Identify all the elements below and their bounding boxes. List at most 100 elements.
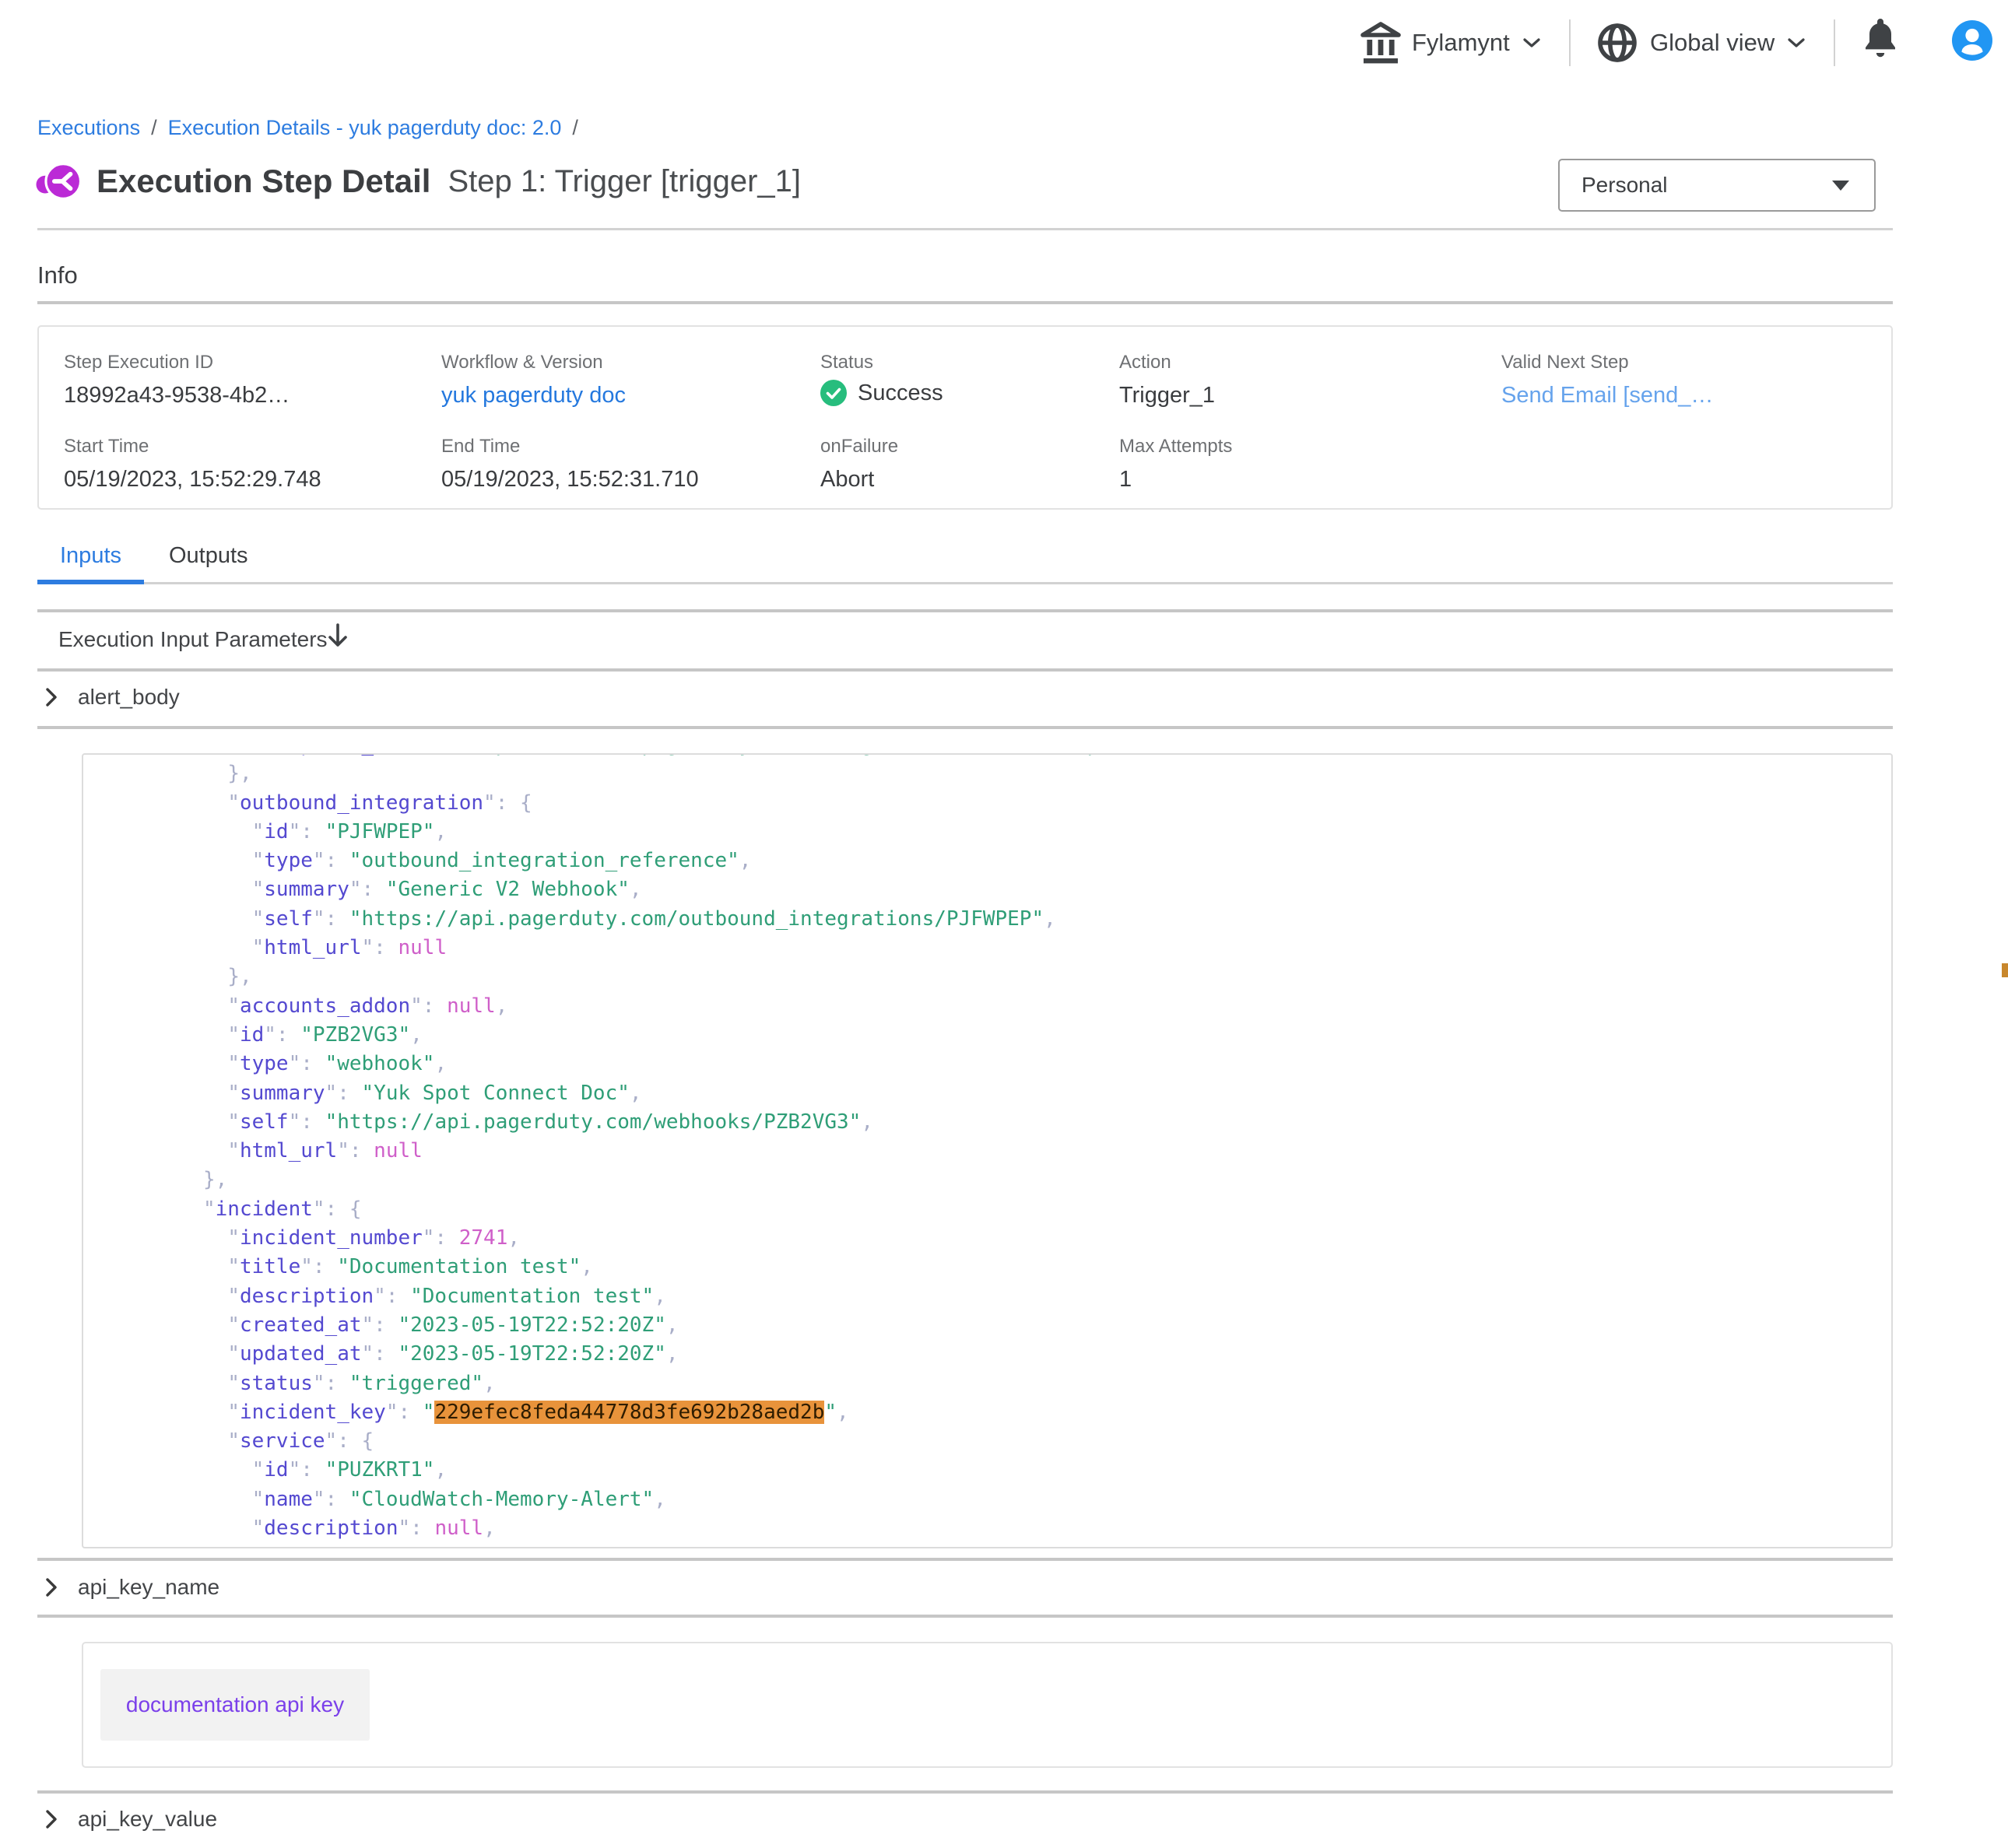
code-line: "html_url": null (203, 934, 1891, 963)
api-key-name-card: documentation api key (82, 1642, 1893, 1768)
code-line: }, (203, 963, 1891, 991)
page-title: Execution Step Detail (97, 163, 430, 200)
code-line: }, (203, 1166, 1891, 1194)
code-line: "updated_at": "2023-05-19T22:52:20Z", (203, 1340, 1891, 1369)
alert-body-json-card: "endpoint_url": "https://events.pagerdut… (82, 753, 1893, 1548)
field-label: onFailure (820, 436, 898, 458)
code-line: "summary": "Generic V2 Webhook", (203, 875, 1891, 904)
code-line: }, (203, 759, 1891, 788)
chevron-down-icon (1787, 37, 1806, 49)
code-line: "status": "triggered", (203, 1369, 1891, 1398)
api-key-value-label: api_key_value (78, 1807, 217, 1832)
section-divider (37, 609, 1893, 612)
code-line: "incident_key": "229efec8feda44778d3fe69… (203, 1398, 1891, 1427)
code-line: "self": "https://api.pagerduty.com/outbo… (203, 905, 1891, 934)
scope-select[interactable]: Personal (1558, 159, 1876, 212)
header-divider (37, 228, 1893, 230)
topbar-separator (1569, 19, 1571, 66)
topbar-separator (1834, 19, 1835, 66)
code-line: "service": { (203, 1427, 1891, 1456)
api-key-name-label: api_key_name (78, 1575, 219, 1600)
code-line: "description": "Documentation test", (203, 1282, 1891, 1311)
code-line: "html_url": null (203, 1137, 1891, 1166)
code-line: "description": null, (203, 1514, 1891, 1543)
tab-inputs[interactable]: Inputs (37, 543, 144, 569)
code-line: "type": "outbound_integration_reference"… (203, 847, 1891, 875)
step-execution-id-value: 18992a43-9538-4b2… (64, 383, 290, 409)
code-line: "name": "CloudWatch-Memory-Alert", (203, 1485, 1891, 1514)
field-label: Action (1119, 352, 1171, 373)
status-badge: Success (820, 380, 943, 406)
chevron-down-icon (1522, 37, 1541, 49)
onfailure-value: Abort (820, 467, 874, 493)
code-line: "id": "PZB2VG3", (203, 1021, 1891, 1050)
field-label: Start Time (64, 436, 149, 458)
execution-input-parameters-heading: Execution Input Parameters (58, 627, 328, 652)
breadcrumb-separator: / (151, 116, 157, 140)
breadcrumb-executions-link[interactable]: Executions (37, 116, 140, 140)
api-key-name-expander[interactable]: api_key_name (45, 1572, 219, 1603)
chevron-right-icon (45, 1809, 58, 1829)
info-card: Step Execution ID 18992a43-9538-4b2… Wor… (37, 325, 1893, 510)
alert-body-expander[interactable]: alert_body (45, 682, 180, 713)
code-line: "id": "PUZKRT1", (203, 1456, 1891, 1485)
field-label: Workflow & Version (441, 352, 603, 373)
org-label: Fylamynt (1412, 29, 1510, 57)
info-heading: Info (37, 261, 78, 289)
org-menu[interactable]: Fylamynt (1360, 19, 1541, 67)
section-divider (37, 1558, 1893, 1561)
breadcrumb: Executions / Execution Details - yuk pag… (37, 114, 589, 142)
code-block[interactable]: "endpoint_url": "https://events.pagerdut… (83, 755, 1891, 1547)
avatar-icon (1952, 20, 1992, 61)
code-line: "accounts_addon": null, (203, 992, 1891, 1021)
tab-outputs[interactable]: Outputs (169, 543, 248, 569)
code-line: "incident": { (203, 1195, 1891, 1224)
download-params-button[interactable] (327, 622, 349, 650)
breadcrumb-execution-details-link[interactable]: Execution Details - yuk pagerduty doc: 2… (168, 116, 562, 140)
bell-icon (1862, 16, 1899, 61)
user-avatar[interactable] (1952, 20, 1992, 65)
api-key-name-chip: documentation api key (100, 1669, 370, 1741)
code-line: "created_at": "2023-05-19T22:52:20Z", (203, 1311, 1891, 1340)
tab-bar-border (37, 582, 1893, 584)
code-line: "type": "webhook", (203, 1050, 1891, 1078)
code-line: "created_at": "2023-05-19T22:40:45Z", (203, 1543, 1891, 1547)
bank-icon (1360, 21, 1401, 65)
field-label: End Time (441, 436, 520, 458)
field-label: Max Attempts (1119, 436, 1232, 458)
start-time-value: 05/19/2023, 15:52:29.748 (64, 467, 321, 493)
workflow-logo-icon (36, 159, 81, 208)
breadcrumb-separator: / (572, 116, 578, 140)
active-tab-underline (37, 580, 144, 584)
chevron-right-icon (45, 1577, 58, 1597)
workflow-version-link[interactable]: yuk pagerduty doc (441, 383, 626, 409)
select-caret-icon (1832, 181, 1849, 191)
view-label: Global view (1650, 29, 1775, 57)
view-menu[interactable]: Global view (1597, 19, 1806, 67)
code-line: "title": "Documentation test", (203, 1253, 1891, 1282)
valid-next-step-link[interactable]: Send Email [send_… (1501, 383, 1713, 409)
page-subtitle: Step 1: Trigger [trigger_1] (448, 164, 801, 199)
notifications-button[interactable] (1862, 16, 1899, 65)
chevron-right-icon (45, 687, 58, 707)
execution-step-detail-page: Fylamynt Global view (0, 0, 2008, 1848)
api-key-value-expander[interactable]: api_key_value (45, 1804, 217, 1835)
code-line: "summary": "Yuk Spot Connect Doc", (203, 1079, 1891, 1108)
section-divider (37, 668, 1893, 672)
section-divider (37, 726, 1893, 729)
code-line: "outbound_integration": { (203, 789, 1891, 818)
arrow-down-icon (327, 622, 349, 650)
alert-body-label: alert_body (78, 685, 180, 710)
action-value: Trigger_1 (1119, 383, 1215, 409)
section-divider (37, 1615, 1893, 1618)
scope-select-value: Personal (1581, 173, 1668, 198)
max-attempts-value: 1 (1119, 467, 1132, 493)
top-bar: Fylamynt Global view (0, 0, 2008, 86)
code-line: "incident_number": 2741, (203, 1224, 1891, 1253)
globe-icon (1597, 23, 1638, 63)
field-label: Status (820, 352, 873, 373)
success-check-icon (820, 380, 847, 406)
info-divider (37, 301, 1893, 304)
code-line: "self": "https://api.pagerduty.com/webho… (203, 1108, 1891, 1137)
code-line: "id": "PJFWPEP", (203, 818, 1891, 847)
